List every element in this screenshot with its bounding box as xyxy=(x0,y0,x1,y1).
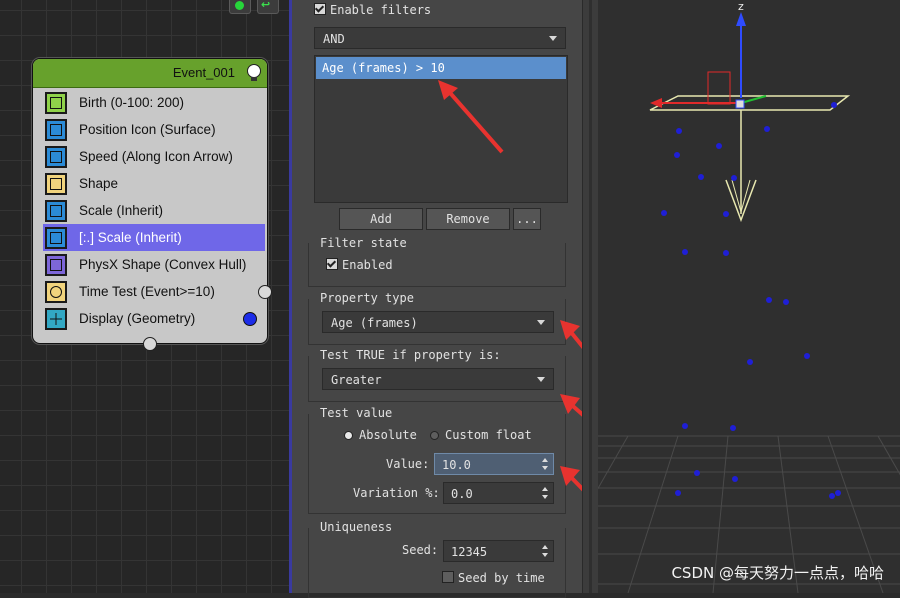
data-test-parameters-panel: Enable filters AND Age (frames) > 10 Add… xyxy=(292,0,632,598)
display-color-swatch[interactable] xyxy=(243,312,257,326)
operator-label: Shape xyxy=(79,176,119,191)
test-true-title: Test TRUE if property is: xyxy=(320,348,501,362)
add-button[interactable]: Add xyxy=(339,208,423,230)
operator-speed[interactable]: Speed (Along Icon Arrow) xyxy=(43,143,265,170)
chevron-down-icon xyxy=(537,377,545,382)
enabled-checkbox[interactable]: Enabled xyxy=(326,258,393,272)
absolute-radio[interactable]: Absolute xyxy=(344,428,417,442)
watermark: CSDN @每天努力一点点，哈哈 xyxy=(671,564,884,582)
seed-by-time-checkbox[interactable]: Seed by time xyxy=(442,571,545,585)
event-input-port[interactable] xyxy=(143,337,157,351)
operator-shape[interactable]: Shape xyxy=(43,170,265,197)
operator-label: PhysX Shape (Convex Hull) xyxy=(79,257,247,272)
seed-spinner-value: 12345 xyxy=(451,545,488,559)
checkbox-icon xyxy=(314,3,326,15)
operator-position-icon[interactable]: Position Icon (Surface) xyxy=(43,116,265,143)
value-label: Value: xyxy=(386,457,430,471)
logic-combo[interactable]: AND xyxy=(314,27,566,49)
filter-state-title: Filter state xyxy=(320,236,407,250)
variation-spinner[interactable]: 0.0 xyxy=(443,482,554,504)
operator-scale[interactable]: Scale (Inherit) xyxy=(43,197,265,224)
spinner-arrows-icon[interactable] xyxy=(542,457,548,471)
remove-button[interactable]: Remove xyxy=(426,208,510,230)
logic-combo-value: AND xyxy=(323,32,345,46)
variation-label: Variation %: xyxy=(353,486,440,500)
operator-label: Birth (0-100: 200) xyxy=(79,95,185,110)
green-status-button[interactable] xyxy=(229,0,251,14)
refresh-arrow-button[interactable]: ↩ xyxy=(257,0,279,14)
viewport-scene: z xyxy=(598,0,900,593)
chevron-down-icon xyxy=(537,320,545,325)
annotation-arrow xyxy=(438,80,504,154)
shape-icon xyxy=(45,172,67,195)
property-type-title: Property type xyxy=(320,291,414,305)
operator-label: Display (Geometry) xyxy=(79,311,196,326)
display-icon xyxy=(45,307,67,330)
chevron-down-icon xyxy=(549,36,557,41)
lightbulb-icon[interactable] xyxy=(247,64,261,81)
panel-scrollbar[interactable] xyxy=(582,0,599,593)
comparison-value: Greater xyxy=(331,373,382,387)
radio-selected-icon xyxy=(344,431,353,440)
operator-label: Scale (Inherit) xyxy=(79,203,164,218)
event-header[interactable]: Event_001 xyxy=(33,59,267,88)
scale-icon xyxy=(45,199,67,222)
perspective-viewport[interactable]: z CSDN @每天努力一点点，哈哈 xyxy=(598,0,900,593)
checkbox-icon xyxy=(326,258,338,270)
operator-display[interactable]: Display (Geometry) xyxy=(43,305,265,332)
property-type-combo[interactable]: Age (frames) xyxy=(322,311,554,333)
checkbox-icon xyxy=(442,571,454,583)
seed-label: Seed: xyxy=(402,543,439,557)
custom-float-label: Custom float xyxy=(445,428,532,442)
operator-label: [:.] Scale (Inherit) xyxy=(79,230,182,245)
property-type-value: Age (frames) xyxy=(331,316,418,330)
seed-by-time-label: Seed by time xyxy=(458,571,545,585)
spinner-arrows-icon[interactable] xyxy=(542,544,548,558)
comparison-combo[interactable]: Greater xyxy=(322,368,554,390)
operator-label: Time Test (Event>=10) xyxy=(79,284,215,299)
more-button[interactable]: ... xyxy=(513,208,541,230)
event-title: Event_001 xyxy=(172,65,235,80)
z-axis-label: z xyxy=(738,0,744,13)
operator-physx-shape[interactable]: PhysX Shape (Convex Hull) xyxy=(43,251,265,278)
variation-spinner-value: 0.0 xyxy=(451,487,473,501)
scale-icon xyxy=(45,226,67,249)
value-spinner[interactable]: 10.0 xyxy=(434,453,554,475)
position-icon xyxy=(45,118,67,141)
operator-label: Position Icon (Surface) xyxy=(79,122,216,137)
operator-scale-instance[interactable]: [:.] Scale (Inherit) xyxy=(43,224,265,251)
uniqueness-group xyxy=(308,528,566,598)
test-value-title: Test value xyxy=(320,406,393,420)
speed-icon xyxy=(45,145,67,168)
uniqueness-title: Uniqueness xyxy=(320,520,393,534)
arrow-icon: ↩ xyxy=(261,0,271,11)
custom-float-radio[interactable]: Custom float xyxy=(430,428,532,442)
enabled-label: Enabled xyxy=(342,258,393,272)
birth-icon xyxy=(45,91,67,114)
clock-icon xyxy=(45,280,67,303)
enable-filters-checkbox[interactable]: Enable filters xyxy=(314,3,431,17)
filter-list-item-label: Age (frames) > 10 xyxy=(322,61,445,75)
event-node[interactable]: Event_001 Birth (0-100: 200) Position Ic… xyxy=(32,58,272,351)
particles xyxy=(661,102,841,499)
enable-filters-label: Enable filters xyxy=(330,3,432,17)
particle-view-graph[interactable]: ↩ Event_001 Birth (0-100: 200) Position … xyxy=(0,0,289,593)
radio-unselected-icon xyxy=(430,431,439,440)
spinner-arrows-icon[interactable] xyxy=(542,486,548,500)
operator-birth[interactable]: Birth (0-100: 200) xyxy=(43,89,265,116)
absolute-label: Absolute xyxy=(359,428,417,442)
value-spinner-value: 10.0 xyxy=(442,458,471,472)
test-output-port[interactable] xyxy=(258,285,272,299)
physx-shape-icon xyxy=(45,253,67,276)
seed-spinner[interactable]: 12345 xyxy=(443,540,554,562)
list-item[interactable]: Age (frames) > 10 xyxy=(316,57,566,79)
operator-label: Speed (Along Icon Arrow) xyxy=(79,149,233,164)
operator-time-test[interactable]: Time Test (Event>=10) xyxy=(43,278,265,305)
